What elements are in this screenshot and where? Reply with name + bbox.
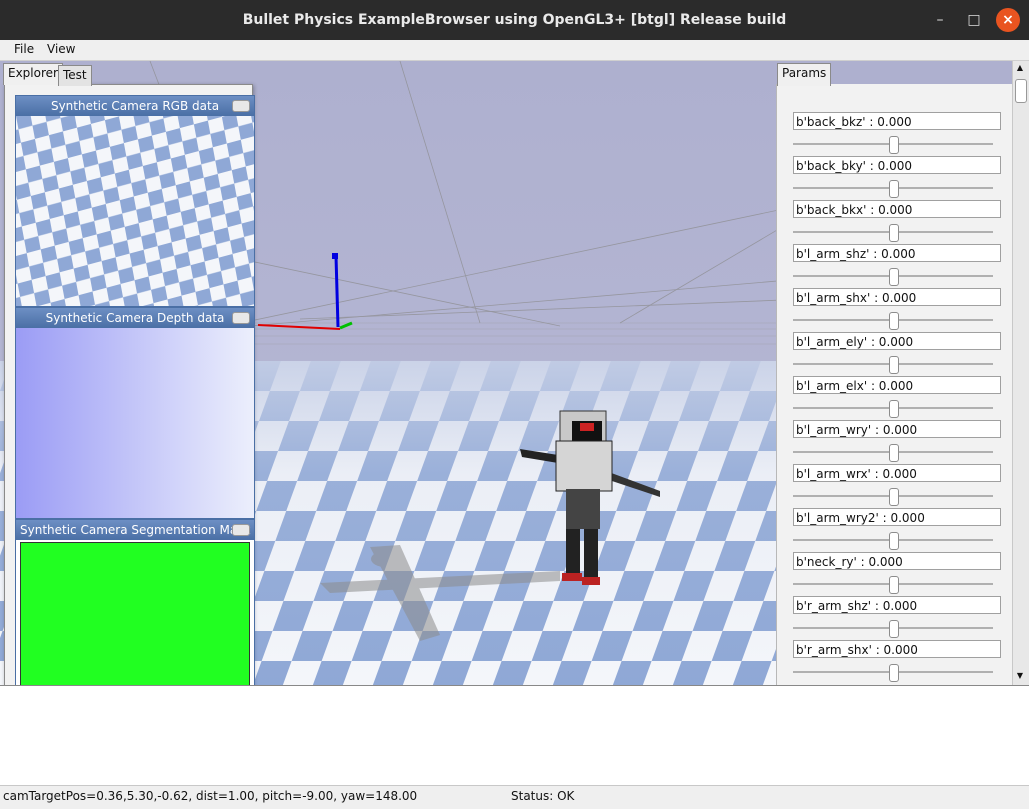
maximize-icon[interactable]: □ [962,8,986,32]
param-slider-thumb[interactable] [889,136,899,154]
scroll-thumb[interactable] [1015,79,1027,103]
params-panel: b'back_bkz' : 0.000 b'back_bky' : 0.000 b'… [776,84,1013,685]
param-slider-thumb[interactable] [889,576,899,594]
param-field[interactable]: b'l_arm_ely' : 0.000 [793,332,1001,350]
param-field[interactable]: b'r_arm_shz' : 0.000 [793,596,1001,614]
camera-status-text: camTargetPos=0.36,5.30,-0.62, dist=1.00,… [3,789,418,803]
tab-params[interactable]: Params [777,63,832,86]
param-slider-thumb[interactable] [889,224,899,242]
minimize-window-icon[interactable] [232,312,250,324]
param-slider-thumb[interactable] [889,400,899,418]
param-slider-thumb[interactable] [889,620,899,638]
camera-segmentation-title: Synthetic Camera Segmentation Mask [20,523,251,537]
console-output[interactable] [0,685,1029,786]
camera-depth-window: Synthetic Camera Depth data [15,307,255,519]
param-slider-thumb[interactable] [889,180,899,198]
param-field[interactable]: b'neck_ry' : 0.000 [793,552,1001,570]
param-field[interactable]: b'back_bky' : 0.000 [793,156,1001,174]
camera-rgb-title: Synthetic Camera RGB data [50,99,220,113]
explorer-panel: Synthetic Camera RGB data Synthetic Came… [4,84,255,746]
status-text: Status: OK [511,789,575,803]
param-slider-thumb[interactable] [889,664,899,682]
camera-rgb-header[interactable]: Synthetic Camera RGB data [16,96,254,116]
minimize-window-icon[interactable] [232,524,250,536]
tab-test[interactable]: Test [58,65,92,86]
camera-rgb-window: Synthetic Camera RGB data [15,95,255,307]
param-field[interactable]: b'back_bkx' : 0.000 [793,200,1001,218]
param-slider-thumb[interactable] [889,268,899,286]
menu-view[interactable]: View [47,42,75,56]
menu-file[interactable]: File [14,42,34,56]
scroll-up-icon[interactable]: ▲ [1015,63,1025,73]
minimize-window-icon[interactable] [232,100,250,112]
camera-depth-title: Synthetic Camera Depth data [45,311,225,325]
menu-bar: File View [0,40,1029,61]
param-field[interactable]: b'l_arm_wry' : 0.000 [793,420,1001,438]
param-field[interactable]: b'l_arm_wrx' : 0.000 [793,464,1001,482]
param-field[interactable]: b'r_arm_shx' : 0.000 [793,640,1001,658]
camera-segmentation-header[interactable]: Synthetic Camera Segmentation Mask [16,520,254,540]
camera-rgb-image [16,116,254,306]
param-field[interactable]: b'l_arm_wry2' : 0.000 [793,508,1001,526]
minimize-icon[interactable]: – [928,8,952,32]
scroll-down-icon[interactable]: ▼ [1015,671,1025,681]
param-field[interactable]: b'back_bkz' : 0.000 [793,112,1001,130]
params-scrollbar[interactable]: ▲ ▼ [1012,61,1029,685]
param-field[interactable]: b'l_arm_elx' : 0.000 [793,376,1001,394]
param-slider-thumb[interactable] [889,312,899,330]
param-slider-thumb[interactable] [889,444,899,462]
close-icon[interactable]: × [996,8,1020,32]
param-slider-thumb[interactable] [889,488,899,506]
camera-depth-header[interactable]: Synthetic Camera Depth data [16,308,254,328]
window-title: Bullet Physics ExampleBrowser using Open… [242,12,787,28]
param-slider-thumb[interactable] [889,532,899,550]
camera-depth-image [16,328,254,518]
param-field[interactable]: b'l_arm_shz' : 0.000 [793,244,1001,262]
status-bar: camTargetPos=0.36,5.30,-0.62, dist=1.00,… [0,785,1029,809]
tab-explorer[interactable]: Explorer [3,63,63,85]
title-bar: Bullet Physics ExampleBrowser using Open… [0,0,1029,40]
param-field[interactable]: b'l_arm_shx' : 0.000 [793,288,1001,306]
param-slider-thumb[interactable] [889,356,899,374]
